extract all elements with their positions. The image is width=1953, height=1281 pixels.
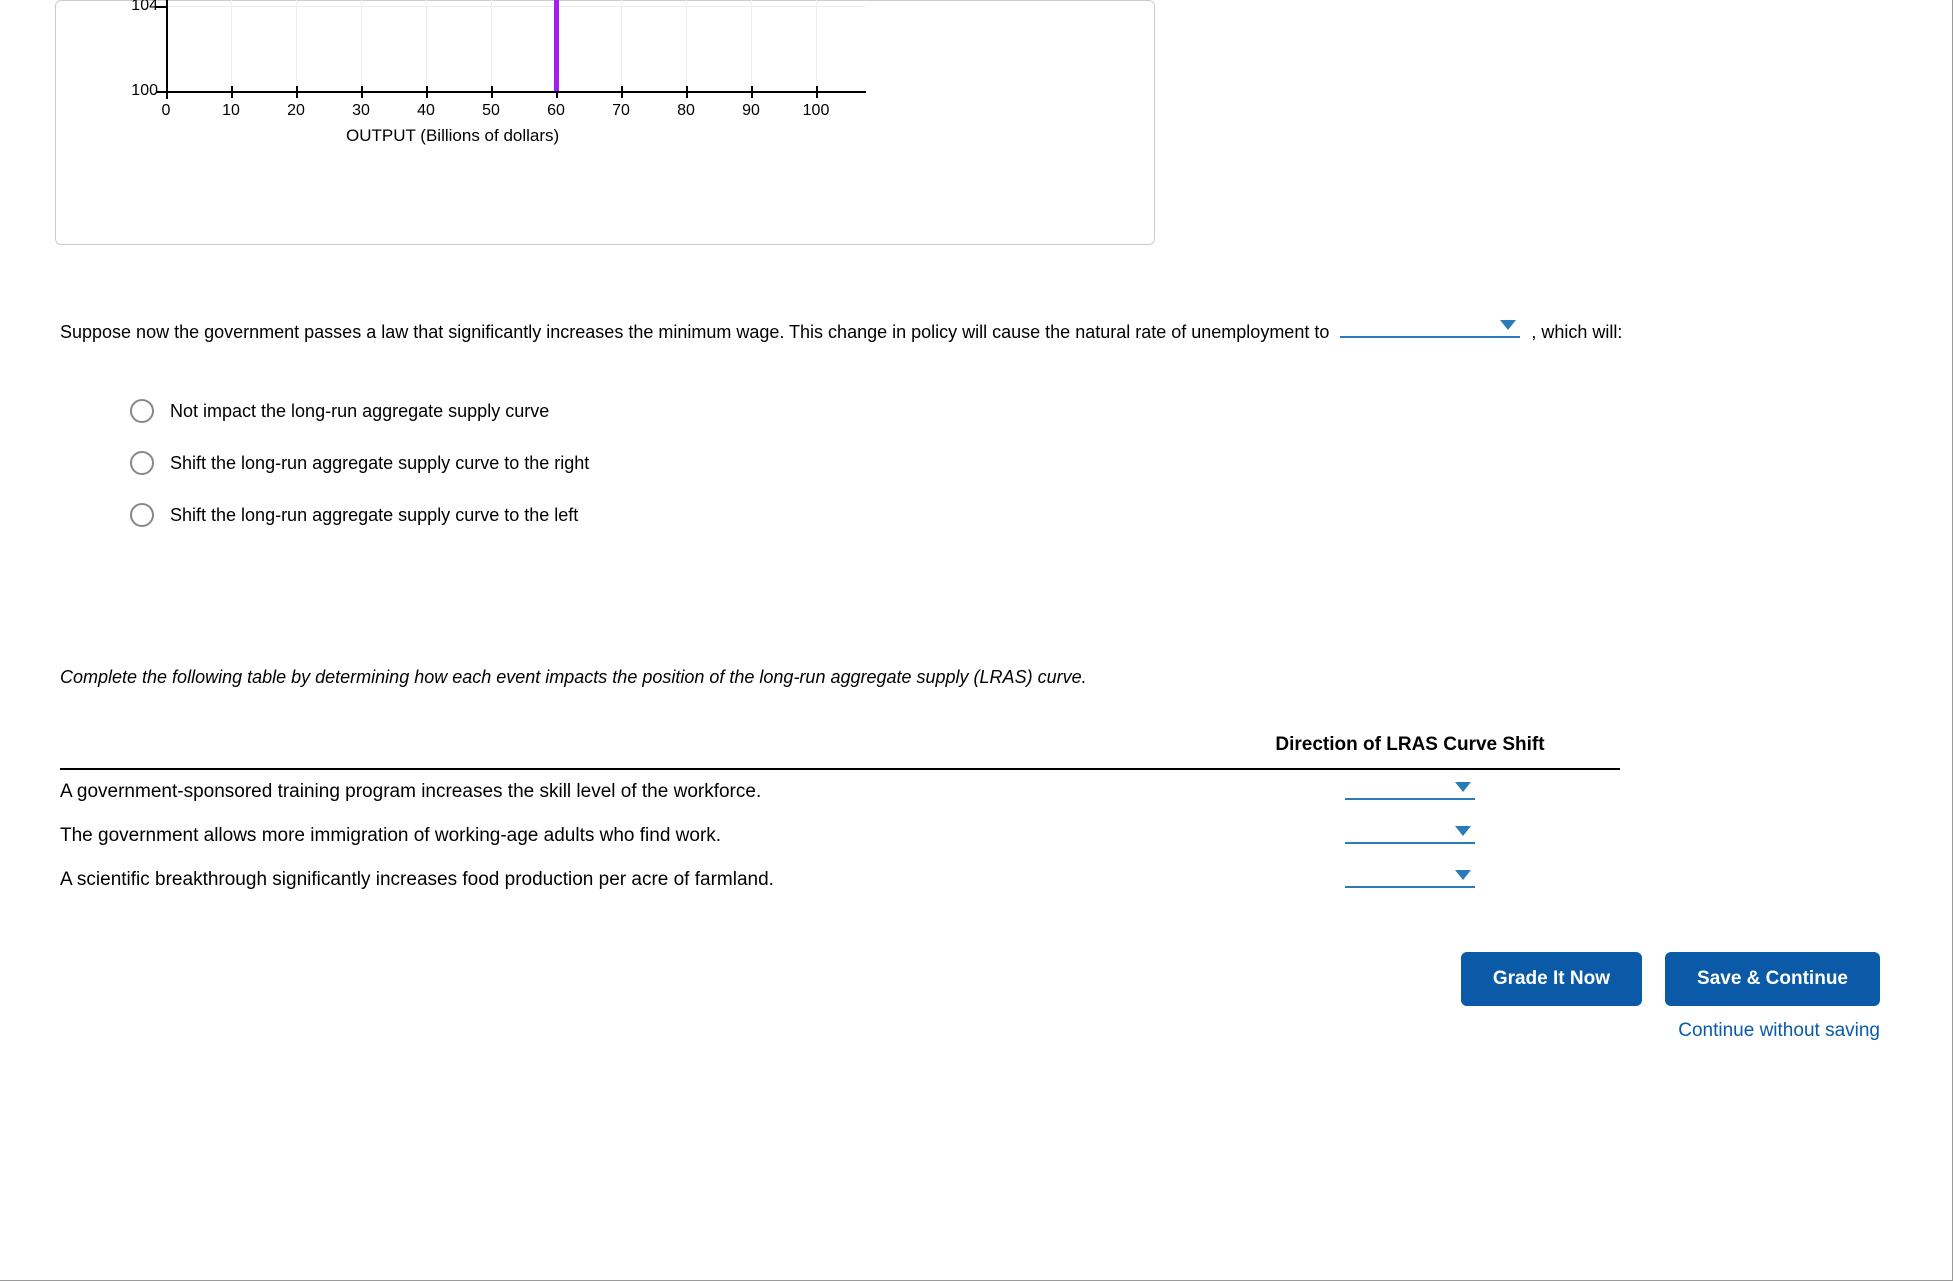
save-continue-button[interactable]: Save & Continue bbox=[1665, 952, 1880, 1006]
event-immigration: The government allows more immigration o… bbox=[60, 814, 1200, 858]
direction-dropdown-training[interactable] bbox=[1345, 778, 1475, 800]
option-shift-right[interactable]: Shift the long-run aggregate supply curv… bbox=[130, 451, 1912, 475]
radio-icon bbox=[130, 451, 154, 475]
radio-options: Not impact the long-run aggregate supply… bbox=[130, 399, 1912, 527]
table-row: The government allows more immigration o… bbox=[60, 814, 1620, 858]
table-header-direction: Direction of LRAS Curve Shift bbox=[1200, 728, 1620, 769]
y-tick-100: 100 bbox=[131, 82, 158, 100]
x-tick-100: 100 bbox=[803, 102, 830, 120]
page: 104 100 0 10 20 30 40 50 60 70 80 90 100 bbox=[0, 0, 1953, 1281]
x-tick-70: 70 bbox=[612, 102, 630, 120]
lras-line bbox=[554, 0, 559, 91]
x-tick-30: 30 bbox=[352, 102, 370, 120]
caret-down-icon bbox=[1455, 826, 1471, 836]
option-label: Not impact the long-run aggregate supply… bbox=[170, 401, 549, 422]
chart-container: 104 100 0 10 20 30 40 50 60 70 80 90 100 bbox=[55, 0, 1155, 245]
x-tick-20: 20 bbox=[287, 102, 305, 120]
radio-icon bbox=[130, 399, 154, 423]
direction-dropdown-immigration[interactable] bbox=[1345, 822, 1475, 844]
question-post: , which will: bbox=[1531, 322, 1622, 342]
option-label: Shift the long-run aggregate supply curv… bbox=[170, 505, 578, 526]
direction-dropdown-breakthrough[interactable] bbox=[1345, 866, 1475, 888]
x-tick-80: 80 bbox=[677, 102, 695, 120]
caret-down-icon bbox=[1455, 782, 1471, 792]
x-tick-60: 60 bbox=[547, 102, 565, 120]
y-tick-104: 104 bbox=[131, 0, 158, 15]
chart-plot-area: 104 100 0 10 20 30 40 50 60 70 80 90 100 bbox=[166, 0, 866, 96]
caret-down-icon bbox=[1455, 870, 1471, 880]
unemployment-direction-dropdown[interactable] bbox=[1340, 316, 1520, 338]
question-pre: Suppose now the government passes a law … bbox=[60, 322, 1329, 342]
x-tick-50: 50 bbox=[482, 102, 500, 120]
question-text: Suppose now the government passes a law … bbox=[60, 315, 1912, 349]
x-tick-10: 10 bbox=[222, 102, 240, 120]
x-axis-title: OUTPUT (Billions of dollars) bbox=[346, 126, 559, 146]
lras-table: Direction of LRAS Curve Shift A governme… bbox=[60, 728, 1620, 902]
table-instruction: Complete the following table by determin… bbox=[60, 667, 1912, 688]
grade-it-now-button[interactable]: Grade It Now bbox=[1461, 952, 1642, 1006]
x-tick-40: 40 bbox=[417, 102, 435, 120]
option-label: Shift the long-run aggregate supply curv… bbox=[170, 453, 589, 474]
table-row: A scientific breakthrough significantly … bbox=[60, 858, 1620, 902]
event-breakthrough: A scientific breakthrough significantly … bbox=[60, 858, 1200, 902]
button-row: Grade It Now Save & Continue bbox=[60, 952, 1880, 1006]
caret-down-icon bbox=[1500, 320, 1516, 330]
table-row: A government-sponsored training program … bbox=[60, 769, 1620, 814]
radio-icon bbox=[130, 503, 154, 527]
option-shift-left[interactable]: Shift the long-run aggregate supply curv… bbox=[130, 503, 1912, 527]
continue-without-saving-link[interactable]: Continue without saving bbox=[1678, 1020, 1880, 1041]
x-tick-90: 90 bbox=[742, 102, 760, 120]
option-not-impact[interactable]: Not impact the long-run aggregate supply… bbox=[130, 399, 1912, 423]
x-tick-0: 0 bbox=[162, 102, 171, 120]
event-training: A government-sponsored training program … bbox=[60, 769, 1200, 814]
